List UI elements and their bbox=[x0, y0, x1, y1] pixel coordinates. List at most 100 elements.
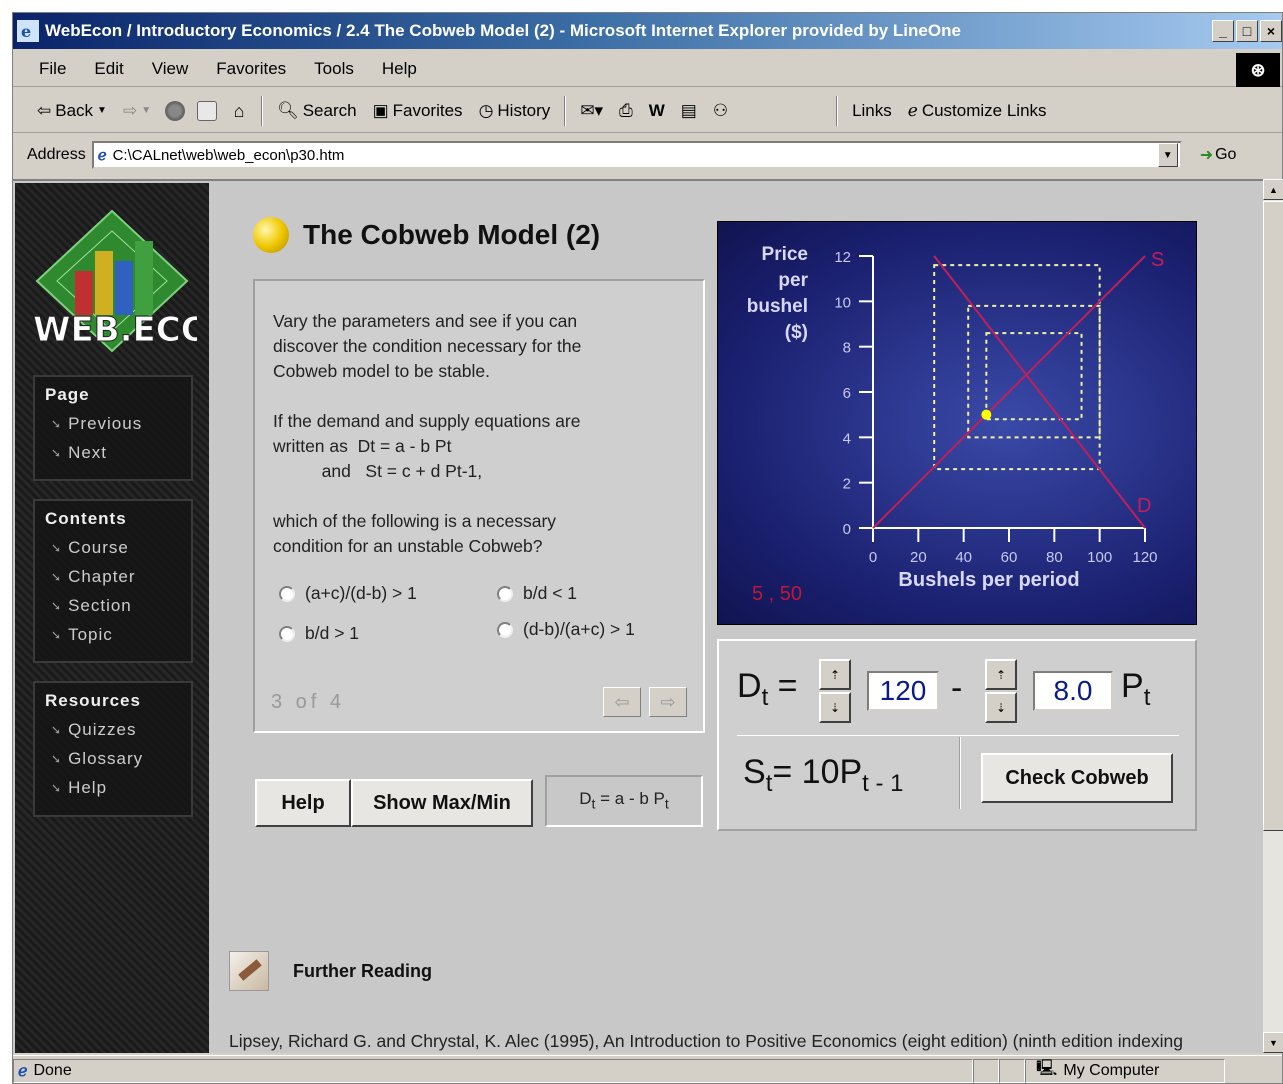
option-4[interactable]: (d-b)/(a+c) > 1 bbox=[497, 619, 635, 640]
menu-help[interactable]: Help bbox=[368, 59, 431, 79]
sidebar-item-label: Quizzes bbox=[68, 719, 137, 739]
arrow-icon: ➘ bbox=[51, 722, 63, 737]
x-tick-label: 20 bbox=[910, 549, 927, 566]
radio-button[interactable] bbox=[279, 625, 295, 642]
address-dropdown-button[interactable]: ▼ bbox=[1157, 143, 1178, 167]
history-button[interactable]: ◷ History bbox=[471, 101, 559, 121]
formula-box: Dt = a - b Pt bbox=[545, 775, 703, 827]
sidebar-item-chapter[interactable]: ➘ Chapter bbox=[45, 562, 181, 591]
y-axis-label-line: per bbox=[778, 270, 808, 291]
discuss-icon[interactable]: ▤ bbox=[673, 101, 705, 121]
back-label: Back bbox=[55, 100, 94, 120]
arrow-icon: ➘ bbox=[51, 540, 63, 555]
page-icon: ℯ bbox=[97, 147, 107, 164]
sidebar-item-quizzes[interactable]: ➘ Quizzes bbox=[45, 715, 181, 744]
sidebar-item-label: Course bbox=[68, 537, 129, 557]
menu-tools[interactable]: Tools bbox=[300, 59, 368, 79]
x-axis-label: Bushels per period bbox=[898, 569, 1079, 591]
help-button[interactable]: Help bbox=[255, 779, 351, 827]
history-icon: ◷ bbox=[478, 100, 494, 120]
messenger-icon[interactable]: ⚇ bbox=[705, 101, 736, 121]
chevron-down-icon[interactable]: ▼ bbox=[141, 105, 151, 116]
menu-favorites[interactable]: Favorites bbox=[202, 59, 300, 79]
next-question-button[interactable]: ⇨ bbox=[649, 687, 687, 717]
scroll-up-button[interactable]: ▲ bbox=[1263, 179, 1283, 200]
x-tick-label: 100 bbox=[1087, 549, 1112, 566]
logo-text: WEB.ECON bbox=[33, 310, 197, 350]
minimize-button[interactable]: _ bbox=[1212, 20, 1234, 42]
resources-nav-box: Resources ➘ Quizzes ➘ Glossary ➘ Help bbox=[33, 681, 193, 817]
chevron-down-icon[interactable]: ▼ bbox=[97, 105, 107, 116]
search-button[interactable]: 🔍︎ Search bbox=[269, 101, 364, 121]
svg-text:e: e bbox=[21, 22, 31, 41]
print-icon[interactable]: ⎙ bbox=[611, 101, 641, 121]
sidebar-item-help[interactable]: ➘ Help bbox=[45, 773, 181, 802]
favorites-label: Favorites bbox=[392, 100, 463, 120]
spin-down-icon[interactable]: ⇣ bbox=[819, 692, 851, 723]
book-quill-icon bbox=[229, 951, 269, 991]
option-1[interactable]: (a+c)/(d-b) > 1 bbox=[279, 583, 417, 604]
favorites-button[interactable]: ▣ Favorites bbox=[365, 101, 471, 121]
mail-icon[interactable]: ✉▾ bbox=[572, 101, 611, 121]
sidebar-item-label: Previous bbox=[68, 413, 143, 433]
back-button[interactable]: ⇦ Back ▼ bbox=[13, 101, 115, 121]
go-button[interactable]: ➜ Go bbox=[1200, 145, 1237, 165]
a-spinner[interactable]: ⇡ ⇣ bbox=[819, 659, 851, 723]
status-cell bbox=[999, 1058, 1025, 1083]
sidebar-item-glossary[interactable]: ➘ Glossary bbox=[45, 744, 181, 773]
a-input[interactable]: 120 bbox=[867, 671, 939, 711]
sidebar-item-label: Section bbox=[68, 595, 132, 615]
show-maxmin-button[interactable]: Show Max/Min bbox=[351, 779, 533, 827]
y-tick-label: 6 bbox=[843, 385, 851, 402]
menu-edit[interactable]: Edit bbox=[80, 59, 137, 79]
left-arrow-icon: ⇦ bbox=[614, 691, 630, 712]
resources-heading: Resources bbox=[45, 691, 141, 710]
cobweb-path bbox=[985, 332, 1083, 421]
current-point bbox=[981, 409, 992, 420]
right-arrow-icon: ⇨ bbox=[660, 691, 676, 712]
menu-view[interactable]: View bbox=[138, 59, 203, 79]
vertical-scrollbar[interactable]: ▲ ▼ bbox=[1263, 179, 1283, 1053]
address-value: C:\CALnet\web\web_econ\p30.htm bbox=[112, 146, 345, 164]
spin-up-icon[interactable]: ⇡ bbox=[985, 659, 1017, 690]
option-3[interactable]: b/d > 1 bbox=[279, 623, 359, 644]
scroll-thumb[interactable] bbox=[1263, 201, 1283, 831]
check-cobweb-button[interactable]: Check Cobweb bbox=[981, 753, 1173, 803]
radio-button[interactable] bbox=[279, 585, 295, 602]
coordinate-readout: 5 , 50 bbox=[752, 583, 802, 605]
stop-icon[interactable] bbox=[165, 100, 186, 121]
b-input[interactable]: 8.0 bbox=[1033, 671, 1113, 711]
y-tick-label: 12 bbox=[834, 249, 851, 266]
equation-divider bbox=[737, 735, 1179, 736]
edit-word-icon[interactable]: W bbox=[641, 101, 673, 121]
address-input[interactable]: ℯ C:\CALnet\web\web_econ\p30.htm bbox=[91, 141, 1182, 169]
ie-icon: e bbox=[17, 20, 39, 42]
menu-file[interactable]: File bbox=[13, 59, 80, 79]
close-button[interactable]: × bbox=[1260, 20, 1282, 42]
spin-down-icon[interactable]: ⇣ bbox=[985, 692, 1017, 723]
sidebar-item-section[interactable]: ➘ Section bbox=[45, 591, 181, 620]
sidebar-item-next[interactable]: ➘ Next bbox=[45, 438, 181, 467]
maximize-button[interactable]: □ bbox=[1236, 20, 1258, 42]
spin-up-icon[interactable]: ⇡ bbox=[819, 659, 851, 690]
radio-button[interactable] bbox=[497, 621, 513, 638]
sidebar-item-previous[interactable]: ➘ Previous bbox=[45, 409, 181, 438]
prev-question-button[interactable]: ⇦ bbox=[603, 687, 641, 717]
customize-links-button[interactable]: ℯ Customize Links bbox=[900, 101, 1055, 121]
scroll-down-button[interactable]: ▼ bbox=[1263, 1032, 1283, 1053]
question-panel: Vary the parameters and see if you can d… bbox=[253, 279, 705, 733]
sidebar-item-label: Next bbox=[68, 442, 108, 462]
sidebar-item-course[interactable]: ➘ Course bbox=[45, 533, 181, 562]
b-spinner[interactable]: ⇡ ⇣ bbox=[985, 659, 1017, 723]
refresh-icon[interactable] bbox=[197, 100, 218, 121]
computer-icon: 🖳︎ bbox=[1036, 1060, 1058, 1077]
forward-button[interactable]: ⇨ ▼ bbox=[115, 101, 159, 121]
links-label[interactable]: Links bbox=[844, 101, 900, 121]
home-icon[interactable]: ⌂ bbox=[229, 101, 249, 121]
status-bar: ℯ Done 🖳︎ My Computer bbox=[13, 1055, 1282, 1084]
radio-button[interactable] bbox=[497, 585, 513, 602]
arrow-icon: ➘ bbox=[51, 751, 63, 766]
sidebar-item-topic[interactable]: ➘ Topic bbox=[45, 620, 181, 649]
option-2[interactable]: b/d < 1 bbox=[497, 583, 577, 604]
browser-window: e WebEcon / Introductory Economics / 2.4… bbox=[12, 12, 1283, 1084]
